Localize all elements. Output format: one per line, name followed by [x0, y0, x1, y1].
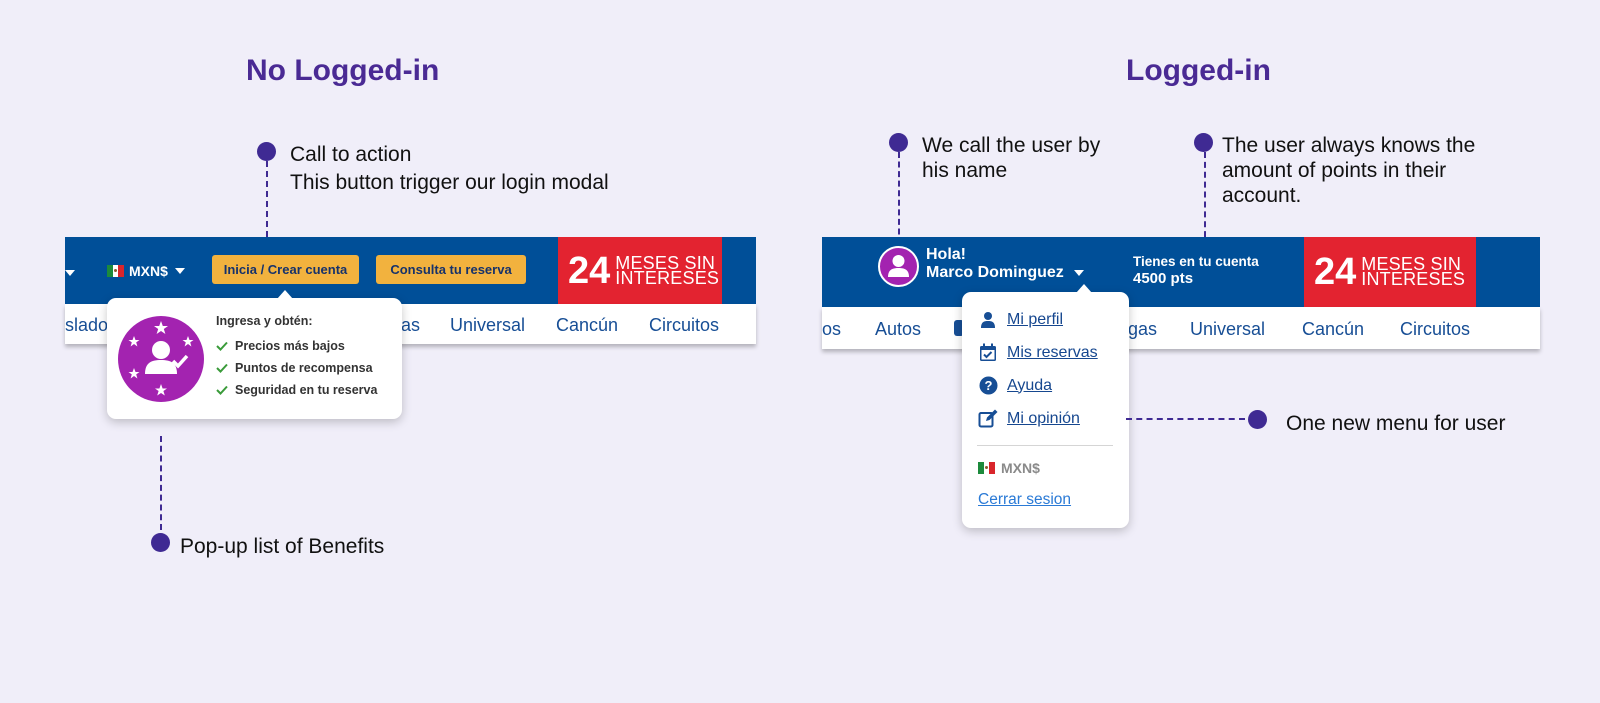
- menu-divider: [977, 445, 1113, 446]
- annotation-points-line1: The user always knows the: [1222, 134, 1476, 157]
- benefit-item: Precios más bajos: [216, 335, 377, 357]
- menu-currency-label: MXN$: [1001, 460, 1040, 476]
- annotation-benefits: Pop-up list of Benefits: [180, 535, 385, 558]
- annotation-dot-username: [889, 133, 908, 152]
- menu-item-profile[interactable]: Mi perfil: [977, 303, 1098, 336]
- nav-link-cancun[interactable]: Cancún: [556, 315, 618, 336]
- nav-link-autos[interactable]: Autos: [875, 319, 921, 340]
- benefits-list: Precios más bajos Puntos de recompensa S…: [216, 335, 377, 401]
- check-icon: [216, 341, 228, 351]
- menu-item-label[interactable]: Mis reservas: [1007, 344, 1098, 362]
- loyalty-user-icon: [118, 316, 204, 402]
- menu-arrow: [1076, 284, 1092, 293]
- promo-text-line2: INTERESES: [615, 267, 720, 288]
- annotation-cta-line2: This button trigger our login modal: [290, 171, 609, 194]
- promo-banner[interactable]: 24 MESES SIN INTERESES: [558, 237, 722, 304]
- promo-text-line2: INTERESES: [1361, 269, 1466, 289]
- edit-icon: [977, 408, 999, 430]
- points-label: Tienes en tu cuenta: [1133, 254, 1259, 269]
- chevron-down-icon[interactable]: [65, 270, 75, 276]
- menu-item-reservations[interactable]: Mis reservas: [977, 336, 1098, 369]
- user-menu: Mi perfil Mis reservas ? Ayuda Mi opinió…: [962, 284, 1129, 528]
- promo-text: MESES SIN INTERESES: [615, 254, 720, 288]
- title-logged-in: Logged-in: [1126, 54, 1271, 87]
- promo-banner[interactable]: 24 MESES SIN INTERESES: [1304, 237, 1476, 307]
- mexico-flag-icon: [107, 265, 124, 277]
- chevron-down-icon: [1073, 270, 1084, 276]
- user-icon: [977, 309, 999, 331]
- annotation-menu: One new menu for user: [1286, 412, 1506, 435]
- popup-arrow: [277, 290, 293, 299]
- annotation-dot-benefits: [151, 533, 170, 552]
- nav-link-vegas[interactable]: as: [401, 315, 420, 336]
- benefit-item: Seguridad en tu reserva: [216, 379, 377, 401]
- benefit-item: Puntos de recompensa: [216, 357, 377, 379]
- title-no-logged-in: No Logged-in: [246, 54, 440, 87]
- menu-currency[interactable]: MXN$: [978, 460, 1040, 476]
- annotation-points-line3: account.: [1222, 184, 1302, 207]
- annotation-line-points: [1204, 152, 1206, 247]
- benefit-label: Puntos de recompensa: [235, 361, 373, 375]
- chevron-down-icon: [174, 268, 185, 274]
- nav-link-cancun[interactable]: Cancún: [1302, 319, 1364, 340]
- nav-link-universal[interactable]: Universal: [1190, 319, 1265, 340]
- nav-link-universal[interactable]: Universal: [450, 315, 525, 336]
- check-icon: [216, 385, 228, 395]
- user-name: Marco Dominguez: [926, 264, 1064, 281]
- left-top-navbar: MXN$ Inicia / Crear cuenta Consulta tu r…: [65, 237, 756, 304]
- nav-link-circuitos[interactable]: Circuitos: [649, 315, 719, 336]
- menu-item-help[interactable]: ? Ayuda: [977, 369, 1098, 402]
- question-circle-icon: ?: [977, 375, 999, 397]
- annotation-cta: Call to action This button trigger our l…: [290, 142, 609, 195]
- annotation-line-username: [898, 152, 900, 244]
- annotation-points: The user always knows the amount of poin…: [1222, 133, 1475, 208]
- annotation-username: We call the user by his name: [922, 133, 1100, 183]
- promo-text: MESES SIN INTERESES: [1361, 255, 1466, 289]
- annotation-dot-menu: [1248, 410, 1267, 429]
- nav-link-circuitos[interactable]: Circuitos: [1400, 319, 1470, 340]
- benefits-popup: Ingresa y obtén: Precios más bajos Punto…: [107, 290, 402, 419]
- annotation-username-line1: We call the user by: [922, 134, 1101, 157]
- benefit-label: Seguridad en tu reserva: [235, 383, 378, 397]
- user-menu-items: Mi perfil Mis reservas ? Ayuda Mi opinió…: [977, 303, 1098, 435]
- annotation-dot-points: [1194, 133, 1213, 152]
- menu-item-label[interactable]: Mi perfil: [1007, 311, 1063, 329]
- login-button[interactable]: Inicia / Crear cuenta: [212, 255, 359, 284]
- avatar[interactable]: [878, 246, 919, 287]
- svg-text:?: ?: [984, 378, 992, 393]
- right-top-navbar: Hola! Marco Dominguez Tienes en tu cuent…: [822, 237, 1540, 307]
- annotation-line-menu: [1126, 418, 1245, 420]
- promo-number: 24: [568, 249, 611, 292]
- nav-link-traslados[interactable]: slado: [65, 315, 108, 336]
- nav-link-vegas[interactable]: gas: [1128, 319, 1157, 340]
- menu-item-label[interactable]: Mi opinión: [1007, 410, 1080, 428]
- logout-link[interactable]: Cerrar sesion: [978, 491, 1071, 509]
- annotation-dot-cta: [257, 142, 276, 161]
- check-booking-button[interactable]: Consulta tu reserva: [376, 255, 526, 284]
- annotation-points-line2: amount of points in their: [1222, 159, 1447, 182]
- currency-label: MXN$: [129, 263, 168, 279]
- annotation-cta-line1: Call to action: [290, 143, 412, 166]
- calendar-check-icon: [977, 342, 999, 364]
- mexico-flag-icon: [978, 462, 995, 474]
- menu-item-feedback[interactable]: Mi opinión: [977, 402, 1098, 435]
- menu-item-label[interactable]: Ayuda: [1007, 377, 1052, 395]
- benefit-label: Precios más bajos: [235, 339, 345, 353]
- points-value: 4500 pts: [1133, 270, 1194, 287]
- check-icon: [216, 363, 228, 373]
- annotation-line-benefits: [160, 436, 162, 530]
- benefits-title: Ingresa y obtén:: [216, 314, 313, 328]
- promo-number: 24: [1314, 251, 1357, 293]
- right-secondary-nav: os Autos gas Universal Cancún Circuitos: [822, 307, 1540, 349]
- points-display: Tienes en tu cuenta 4500 pts: [1133, 253, 1259, 287]
- user-greeting[interactable]: Hola! Marco Dominguez: [926, 246, 1084, 282]
- currency-selector[interactable]: MXN$: [107, 263, 185, 279]
- greeting-text: Hola!: [926, 246, 966, 263]
- annotation-username-line2: his name: [922, 159, 1008, 182]
- nav-link-paquetes[interactable]: os: [822, 319, 841, 340]
